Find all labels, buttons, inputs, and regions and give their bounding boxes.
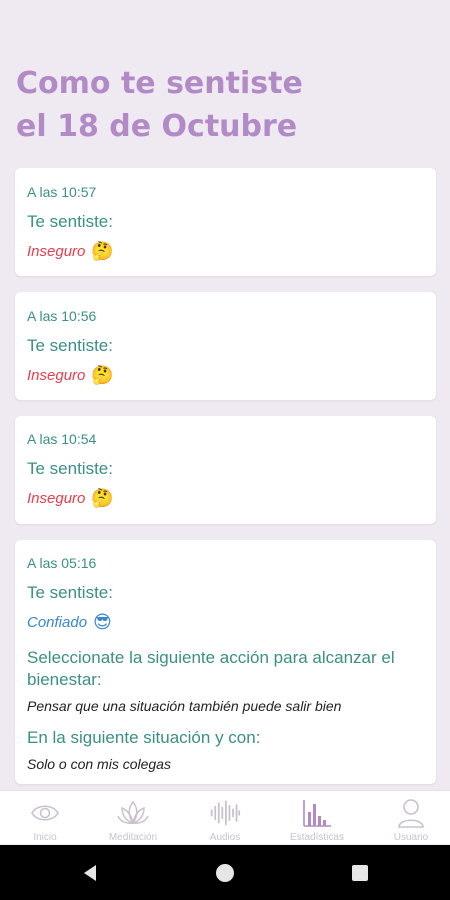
page-title-line-1: Como te sentiste [16,66,303,101]
nav-label: Usuario [393,832,429,843]
recents-icon[interactable] [349,862,371,884]
thinking-face-icon: 🤔 [91,488,114,508]
nav-item-audios[interactable]: Audios [180,791,270,845]
emotion-value: Inseguro 🤔 [27,489,114,507]
home-icon [29,797,61,829]
mood-entry-card[interactable]: A las 05:16 Te sentiste: Confiado 😎 Sele… [15,540,436,784]
entry-time: A las 10:54 [27,431,97,447]
page-title: Como te sentiste el 18 de Octubre [16,62,436,148]
nav-item-usuario[interactable]: Usuario [366,791,450,845]
nav-label: Inicio [33,832,57,843]
emotion-text: Confiado [27,613,88,631]
felt-label: Te sentiste: [27,212,113,231]
action-value: Pensar que una situación también puede s… [27,698,342,714]
emotion-value: Inseguro 🤔 [27,366,114,384]
emotion-text: Inseguro [27,489,86,507]
situation-label: En la siguiente situación y con: [27,728,261,747]
felt-label: Te sentiste: [27,459,113,478]
nav-label: Estadísticas [290,832,344,843]
action-label: Seleccionate la siguiente acción para al… [27,648,395,689]
entry-time: A las 10:56 [27,308,97,324]
nav-label: Audios [209,832,241,843]
back-icon[interactable] [79,862,101,884]
sunglasses-face-icon: 😎 [93,612,112,632]
home-button-icon[interactable] [214,862,236,884]
thinking-face-icon: 🤔 [91,241,114,261]
nav-label: Meditación [108,832,158,843]
felt-label: Te sentiste: [27,583,113,602]
nav-item-meditacion[interactable]: Meditación [88,791,178,845]
system-nav-bar [0,845,450,900]
situation-value: Solo o con mis colegas [27,756,171,772]
entry-time: A las 05:16 [27,555,97,571]
lotus-icon [117,797,149,829]
emotion-value: Inseguro 🤔 [27,242,114,260]
thinking-face-icon: 🤔 [91,365,114,385]
nav-item-estadisticas[interactable]: Estadísticas [272,791,362,845]
emotion-value: Confiado 😎 [27,613,112,631]
user-icon [395,797,427,829]
page-title-line-2: el 18 de Octubre [16,109,298,144]
app-screen: Como te sentiste el 18 de Octubre A las … [0,0,450,900]
bottom-nav: Inicio Meditación Audios Estadísticas Us… [0,790,450,844]
emotion-text: Inseguro [27,242,86,260]
nav-item-inicio[interactable]: Inicio [0,791,90,845]
mood-entry-card[interactable]: A las 10:56 Te sentiste: Inseguro 🤔 [15,292,436,400]
mood-entry-card[interactable]: A las 10:57 Te sentiste: Inseguro 🤔 [15,168,436,276]
entry-time: A las 10:57 [27,184,97,200]
soundwave-icon [209,797,241,829]
bar-chart-icon [301,797,333,829]
felt-label: Te sentiste: [27,336,113,355]
mood-entry-card[interactable]: A las 10:54 Te sentiste: Inseguro 🤔 [15,416,436,524]
emotion-text: Inseguro [27,366,86,384]
